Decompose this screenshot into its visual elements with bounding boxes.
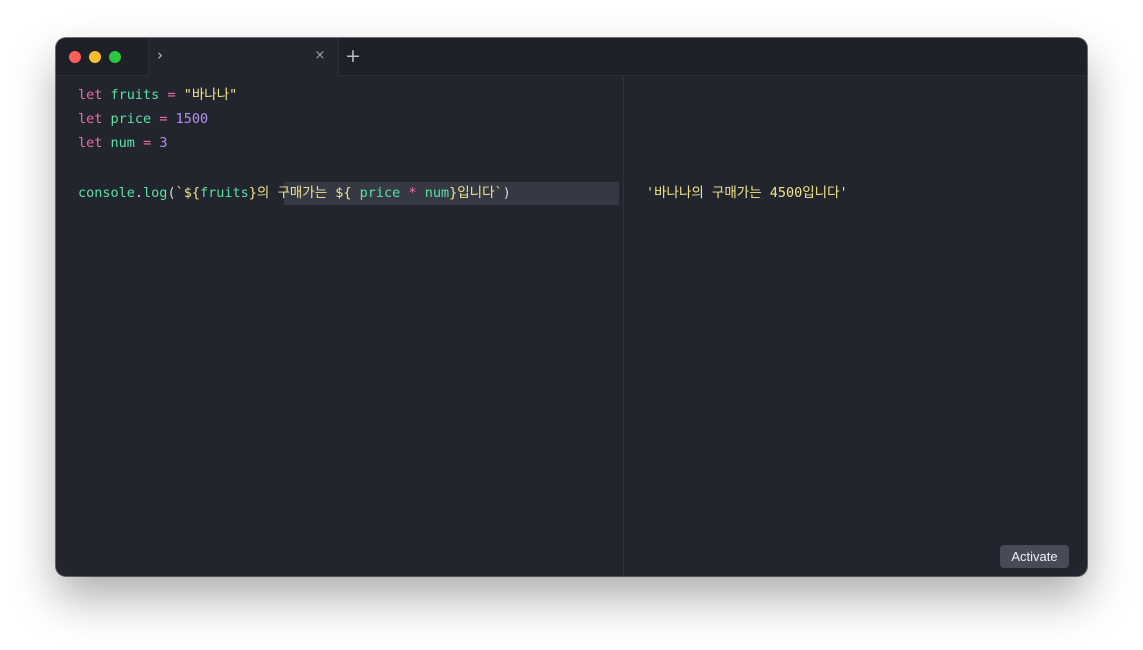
close-window-button[interactable] xyxy=(69,51,81,63)
zoom-window-button[interactable] xyxy=(109,51,121,63)
title-bar: › × + xyxy=(56,38,1087,76)
code-line-2: let price = 1500 xyxy=(78,111,209,127)
app-window: › × + let fruits = "바나나" let price = 150… xyxy=(56,38,1087,576)
close-tab-icon[interactable]: × xyxy=(313,49,327,63)
chevron-right-icon: › xyxy=(157,46,163,64)
new-tab-button[interactable]: + xyxy=(344,46,362,66)
code-line-3: let num = 3 xyxy=(78,135,168,151)
minimize-window-button[interactable] xyxy=(89,51,101,63)
output-pane: '바나나의 구매가는 4500입니다' xyxy=(624,76,1087,576)
code-line-5: console.log(`${fruits}의 구매가는 ${ price * … xyxy=(78,185,511,201)
tab-untitled[interactable]: › × xyxy=(148,38,339,76)
code-editor[interactable]: let fruits = "바나나" let price = 1500 let … xyxy=(56,76,623,576)
code-line-1: let fruits = "바나나" xyxy=(78,87,238,103)
activate-button[interactable]: Activate xyxy=(1000,545,1069,568)
output-result: '바나나의 구매가는 4500입니다' xyxy=(646,185,848,201)
